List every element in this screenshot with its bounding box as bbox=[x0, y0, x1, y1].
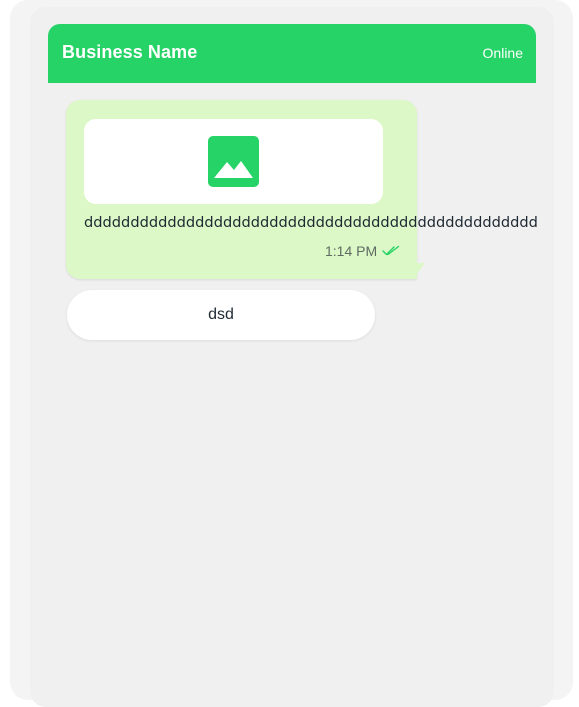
quick-reply-button[interactable]: dsd bbox=[67, 290, 375, 340]
bubble-tail bbox=[413, 263, 425, 279]
media-preview[interactable] bbox=[84, 119, 383, 204]
message-bubble: dddddddddddddddddddddddddddddddddddddddd… bbox=[66, 100, 538, 279]
chat-header: Business Name Online bbox=[48, 24, 536, 83]
image-icon bbox=[208, 136, 259, 187]
business-name: Business Name bbox=[62, 42, 198, 62]
message-time: 1:14 PM bbox=[325, 243, 378, 259]
message-text: dddddddddddddddddddddddddddddddddddddddd… bbox=[84, 214, 538, 231]
double-check-icon bbox=[382, 245, 400, 256]
online-status: Online bbox=[482, 45, 523, 61]
